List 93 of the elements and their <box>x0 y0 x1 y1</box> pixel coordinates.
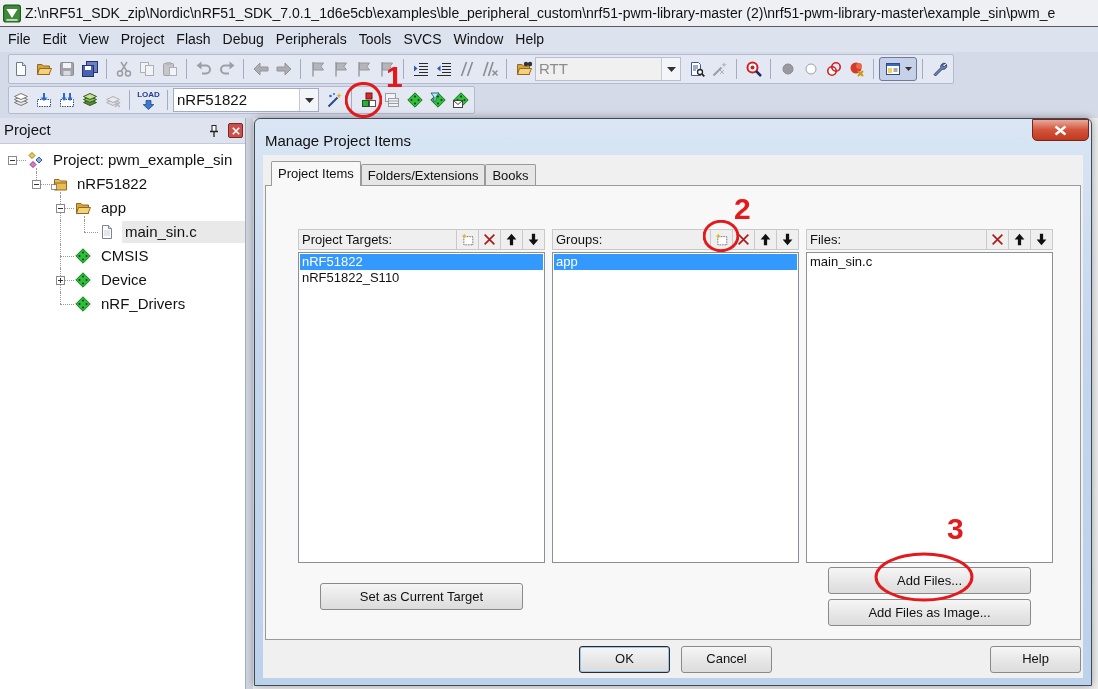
tree-item[interactable]: CMSIS <box>98 245 152 267</box>
step-number: 3 <box>947 514 964 544</box>
dialog-button[interactable]: OK <box>579 645 670 673</box>
blocks-icon[interactable] <box>360 92 377 108</box>
menu-item[interactable]: Peripherals <box>269 27 353 52</box>
pin-icon[interactable] <box>209 124 219 137</box>
tree-item[interactable]: Project: pwm_example_sin <box>50 149 236 171</box>
window-title: Z:\nRF51_SDK_zip\Nordic\nRF51_SDK_7.0.1_1d6e5cb\examples\ble_peripheral_custom\nrf51-pwm-library-master (2)\nrf51-pwm-library-master\example_sin\pwm_e <box>25 3 1056 23</box>
page-magnifier-icon[interactable] <box>688 61 705 77</box>
close-button[interactable] <box>1032 119 1089 141</box>
stacked-sheets-icon[interactable] <box>12 92 29 108</box>
window-icon <box>884 61 901 77</box>
close-icon <box>231 126 240 135</box>
list-item[interactable]: main_sin.c <box>808 254 1051 270</box>
stacked-floppies-icon[interactable] <box>81 61 98 77</box>
tab[interactable]: Project Items <box>271 161 361 186</box>
menu-item[interactable]: Flash <box>170 27 217 52</box>
outdent-lines-icon[interactable] <box>435 61 452 77</box>
down-arrow-icon[interactable] <box>1035 233 1048 246</box>
magic-wand-icon[interactable] <box>326 92 343 108</box>
tree-item[interactable]: nRF51822 <box>74 173 151 195</box>
step-number: 1 <box>386 62 403 92</box>
wrench-icon[interactable] <box>931 61 948 77</box>
caret-icon <box>904 67 912 71</box>
menu-item[interactable]: SVCS <box>397 27 448 52</box>
dropdown-field[interactable]: nRF51822 <box>173 88 319 112</box>
plus-box-icon[interactable] <box>56 276 65 285</box>
dotted-box-sparkle-icon[interactable] <box>715 233 728 246</box>
dotted-box-sparkle-icon[interactable] <box>461 233 474 246</box>
step-number: 2 <box>734 194 751 224</box>
dialog-button[interactable]: Cancel <box>681 645 772 673</box>
up-arrow-icon[interactable] <box>1013 233 1026 246</box>
caret-icon <box>304 97 314 103</box>
down-arrow-icon[interactable] <box>527 233 540 246</box>
cross-icon[interactable] <box>737 233 750 246</box>
open-folder-icon[interactable] <box>35 61 52 77</box>
magnifier-icon[interactable] <box>745 61 762 77</box>
page-icon <box>99 224 115 240</box>
folder-binoculars-icon[interactable] <box>515 61 532 77</box>
box-down-arrow-icon[interactable] <box>35 92 52 108</box>
diamond-icon[interactable] <box>406 92 423 108</box>
double-circle-icon[interactable] <box>825 61 842 77</box>
diamond-icon <box>75 248 91 264</box>
help-button[interactable]: Help <box>990 645 1081 673</box>
close-icon <box>1054 124 1067 136</box>
list-label: Groups: <box>555 230 603 249</box>
diamond-icon <box>75 272 91 288</box>
menu-item[interactable]: Help <box>509 27 551 52</box>
action-button[interactable]: Set as Current Target <box>320 583 523 610</box>
menu-item[interactable]: Tools <box>352 27 398 52</box>
down-arrow-icon <box>142 100 155 110</box>
diamonds-icon <box>27 152 43 168</box>
diamond-icon <box>75 296 91 312</box>
circle-cross-icon[interactable] <box>848 61 865 77</box>
tree-item[interactable]: nRF_Drivers <box>98 293 189 315</box>
indent-lines-icon[interactable] <box>412 61 429 77</box>
cross-icon[interactable] <box>483 233 496 246</box>
panel-close-button[interactable] <box>228 123 243 138</box>
diamond-funnel-icon[interactable] <box>429 92 446 108</box>
menu-item[interactable]: Window <box>447 27 510 52</box>
dialog-title: Manage Project Items <box>265 131 411 151</box>
caret-icon <box>666 66 676 72</box>
folder-icon <box>51 176 67 192</box>
app-logo-icon <box>3 3 21 23</box>
load-button[interactable]: LOAD <box>135 87 162 113</box>
menu-item[interactable]: Edit <box>36 27 73 52</box>
list-label: Project Targets: <box>301 230 393 249</box>
diamond-envelope-icon[interactable] <box>452 92 469 108</box>
minus-box-icon[interactable] <box>32 180 41 189</box>
menu-item[interactable]: Project <box>114 27 171 52</box>
list-label: Files: <box>809 230 842 249</box>
tree-item[interactable]: main_sin.c <box>122 221 245 243</box>
menu-item[interactable]: View <box>72 27 115 52</box>
tree-item[interactable]: Device <box>98 269 150 291</box>
down-arrow-icon[interactable] <box>781 233 794 246</box>
minus-box-icon[interactable] <box>56 204 65 213</box>
up-arrow-icon[interactable] <box>759 233 772 246</box>
tab[interactable]: Folders/Extensions <box>360 164 486 186</box>
open-folder-icon <box>75 200 91 216</box>
action-button[interactable]: Add Files as Image... <box>828 599 1031 626</box>
list-item[interactable]: nRF51822_S110 <box>300 270 543 286</box>
minus-box-icon[interactable] <box>8 156 17 165</box>
cross-icon[interactable] <box>991 233 1004 246</box>
up-arrow-icon[interactable] <box>505 233 518 246</box>
layout-dropdown-button[interactable] <box>879 57 917 81</box>
menu-item[interactable]: Debug <box>216 27 270 52</box>
menu-item[interactable]: File <box>2 27 37 52</box>
tab[interactable]: Books <box>485 164 536 186</box>
panel-title: Project <box>4 120 51 141</box>
box-double-arrow-icon[interactable] <box>58 92 75 108</box>
tree-item[interactable]: app <box>98 197 130 219</box>
layers-icon[interactable] <box>81 92 98 108</box>
action-button[interactable]: Add Files... <box>828 567 1031 594</box>
